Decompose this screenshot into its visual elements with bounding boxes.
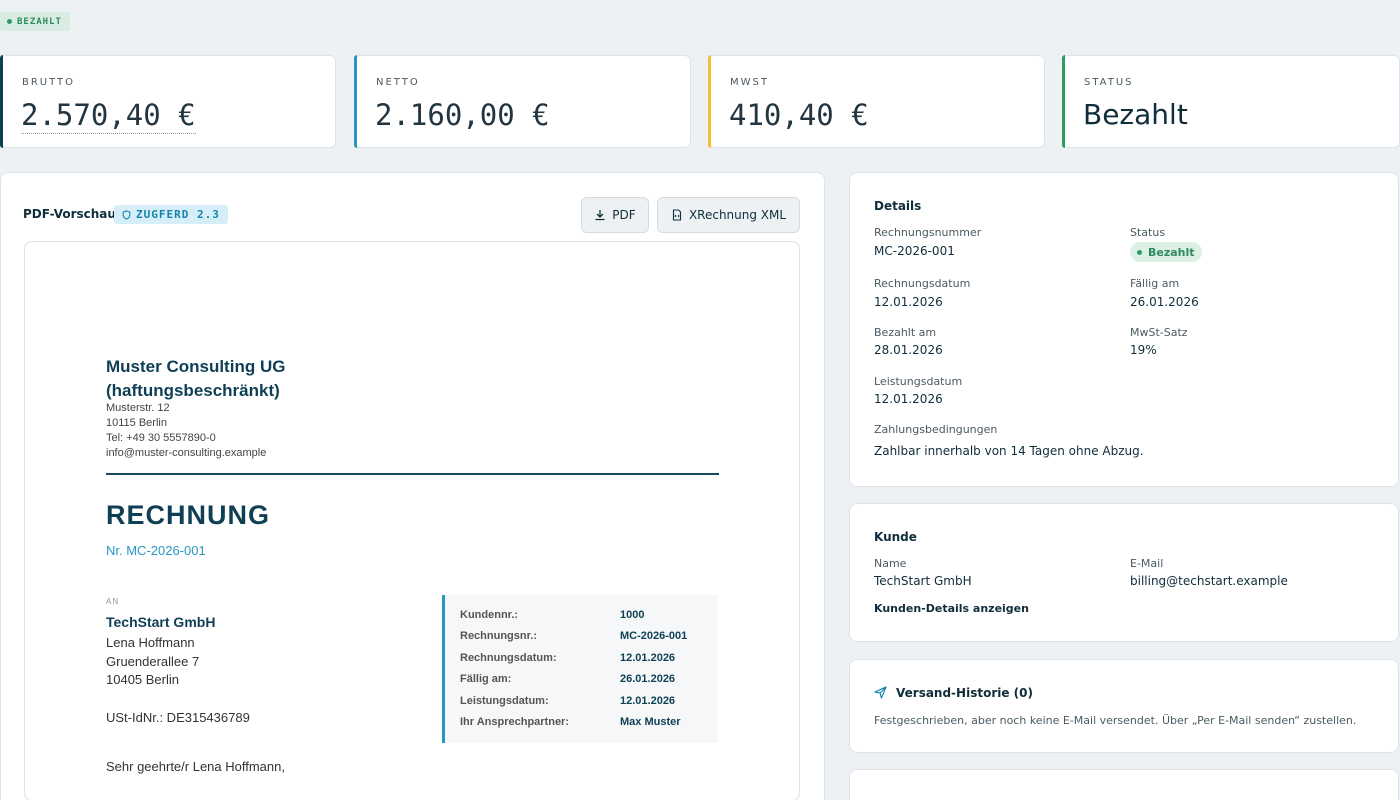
shipping-history-text: Festgeschrieben, aber noch keine E-Mail … [874, 714, 1357, 727]
recipient-vat-id: USt-IdNr.: DE315436789 [106, 710, 250, 725]
status-badge-label: Bezahlt [1148, 245, 1195, 259]
download-xml-label: XRechnung XML [688, 208, 787, 222]
company-name-line: (haftungsbeschränkt) [106, 381, 280, 400]
file-code-icon [672, 209, 681, 221]
kpi-brutto: BRUTTO 2.570,40 € [0, 55, 336, 148]
kpi-accent-bar [708, 55, 711, 148]
customer-card [849, 503, 1399, 642]
shield-icon [122, 209, 131, 220]
customer-details-link[interactable]: Kunden-Details anzeigen [874, 602, 1029, 615]
vat-rate-label: MwSt-Satz [1130, 326, 1188, 339]
kpi-value: 2.160,00 € [375, 98, 550, 132]
meta-label: Fällig am: [460, 673, 512, 685]
customer-email-value: billing@techstart.example [1130, 574, 1288, 588]
download-pdf-label: PDF [612, 208, 636, 222]
kpi-label: NETTO [376, 77, 420, 88]
meta-value: 12.01.2026 [620, 652, 676, 664]
meta-label: Leistungsdatum: [460, 695, 549, 707]
company-email: info@muster-consulting.example [106, 447, 267, 459]
meta-value: Max Muster [620, 716, 681, 728]
recipient-city: 10405 Berlin [106, 672, 179, 687]
due-date-label: Fällig am [1130, 277, 1180, 290]
meta-value: MC-2026-001 [620, 630, 688, 642]
payment-terms-value: Zahlbar innerhalb von 14 Tagen ohne Abzu… [874, 444, 1144, 458]
status-dot [7, 19, 12, 24]
paid-date-label: Bezahlt am [874, 326, 937, 339]
greeting: Sehr geehrte/r Lena Hoffmann, [106, 759, 285, 774]
meta-value: 12.01.2026 [620, 695, 676, 707]
kpi-accent-bar [354, 55, 357, 148]
download-pdf-button[interactable]: PDF [581, 197, 649, 233]
due-date-value: 26.01.2026 [1130, 295, 1199, 309]
header-divider [106, 473, 719, 475]
meta-value: 1000 [620, 609, 645, 621]
zugferd-badge: ZUGFERD 2.3 [114, 205, 228, 224]
shipping-history-heading: Versand-Historie (0) [896, 686, 1033, 700]
status-pill: BEZAHLT [0, 12, 70, 31]
service-date-value: 12.01.2026 [874, 392, 943, 406]
company-street: Musterstr. 12 [106, 402, 170, 414]
kpi-accent-bar [1062, 55, 1065, 148]
payment-terms-label: Zahlungsbedingungen [874, 423, 998, 436]
invoice-date-label: Rechnungsdatum [874, 277, 971, 290]
company-phone: Tel: +49 30 5557890-0 [106, 432, 216, 444]
document-number: Nr. MC-2026-001 [106, 543, 206, 558]
company-city: 10115 Berlin [106, 417, 167, 429]
customer-name-value: TechStart GmbH [874, 574, 972, 588]
invoice-number-value: MC-2026-001 [874, 244, 955, 258]
recipient-caption: AN [106, 597, 120, 606]
status-label: Status [1130, 226, 1166, 239]
recipient-contact: Lena Hoffmann [106, 635, 195, 650]
recipient-name: TechStart GmbH [106, 614, 216, 630]
kpi-value: 410,40 € [729, 98, 869, 132]
meta-label: Kundennr.: [460, 609, 519, 621]
customer-email-label: E-Mail [1130, 557, 1164, 570]
status-badge: Bezahlt [1130, 242, 1202, 262]
invoice-number-label: Rechnungsnummer [874, 226, 982, 239]
kpi-label: BRUTTO [22, 77, 76, 88]
document-title: RECHNUNG [106, 500, 271, 530]
company-name-line: Muster Consulting UG [106, 357, 286, 376]
paid-date-value: 28.01.2026 [874, 343, 943, 357]
customer-heading: Kunde [874, 530, 917, 544]
kpi-netto: NETTO 2.160,00 € [354, 55, 691, 148]
send-icon [874, 686, 887, 699]
service-date-label: Leistungsdatum [874, 375, 963, 388]
status-dot [1137, 249, 1142, 255]
meta-value: 26.01.2026 [620, 673, 676, 685]
kpi-value: Bezahlt [1083, 98, 1188, 131]
status-pill-label: BEZAHLT [17, 16, 62, 27]
kpi-mwst: MWST 410,40 € [708, 55, 1045, 148]
kpi-label: STATUS [1084, 77, 1134, 88]
next-card [849, 769, 1399, 800]
kpi-value: 2.570,40 € [21, 98, 196, 134]
customer-name-label: Name [874, 557, 907, 570]
vat-rate-value: 19% [1130, 343, 1157, 357]
download-xml-button[interactable]: XRechnung XML [657, 197, 800, 233]
kpi-accent-bar [0, 55, 3, 148]
meta-label: Rechnungsdatum: [460, 652, 557, 664]
company-name: Muster Consulting UG (haftungsbeschränkt… [106, 355, 285, 403]
kpi-label: MWST [730, 77, 769, 88]
kpi-status: STATUS Bezahlt [1062, 55, 1400, 148]
invoice-document[interactable]: Muster Consulting UG (haftungsbeschränkt… [24, 241, 800, 800]
shipping-history-card [849, 659, 1399, 753]
details-heading: Details [874, 199, 922, 213]
meta-label: Ihr Ansprechpartner: [460, 716, 570, 728]
download-icon [595, 210, 605, 221]
invoice-meta-box: Kundennr.: 1000 Rechnungsnr.: MC-2026-00… [442, 595, 718, 743]
invoice-date-value: 12.01.2026 [874, 295, 943, 309]
recipient-street: Gruenderallee 7 [106, 654, 200, 669]
zugferd-label: ZUGFERD 2.3 [136, 208, 220, 221]
meta-label: Rechnungsnr.: [460, 630, 538, 642]
preview-title: PDF-Vorschau [23, 207, 116, 221]
